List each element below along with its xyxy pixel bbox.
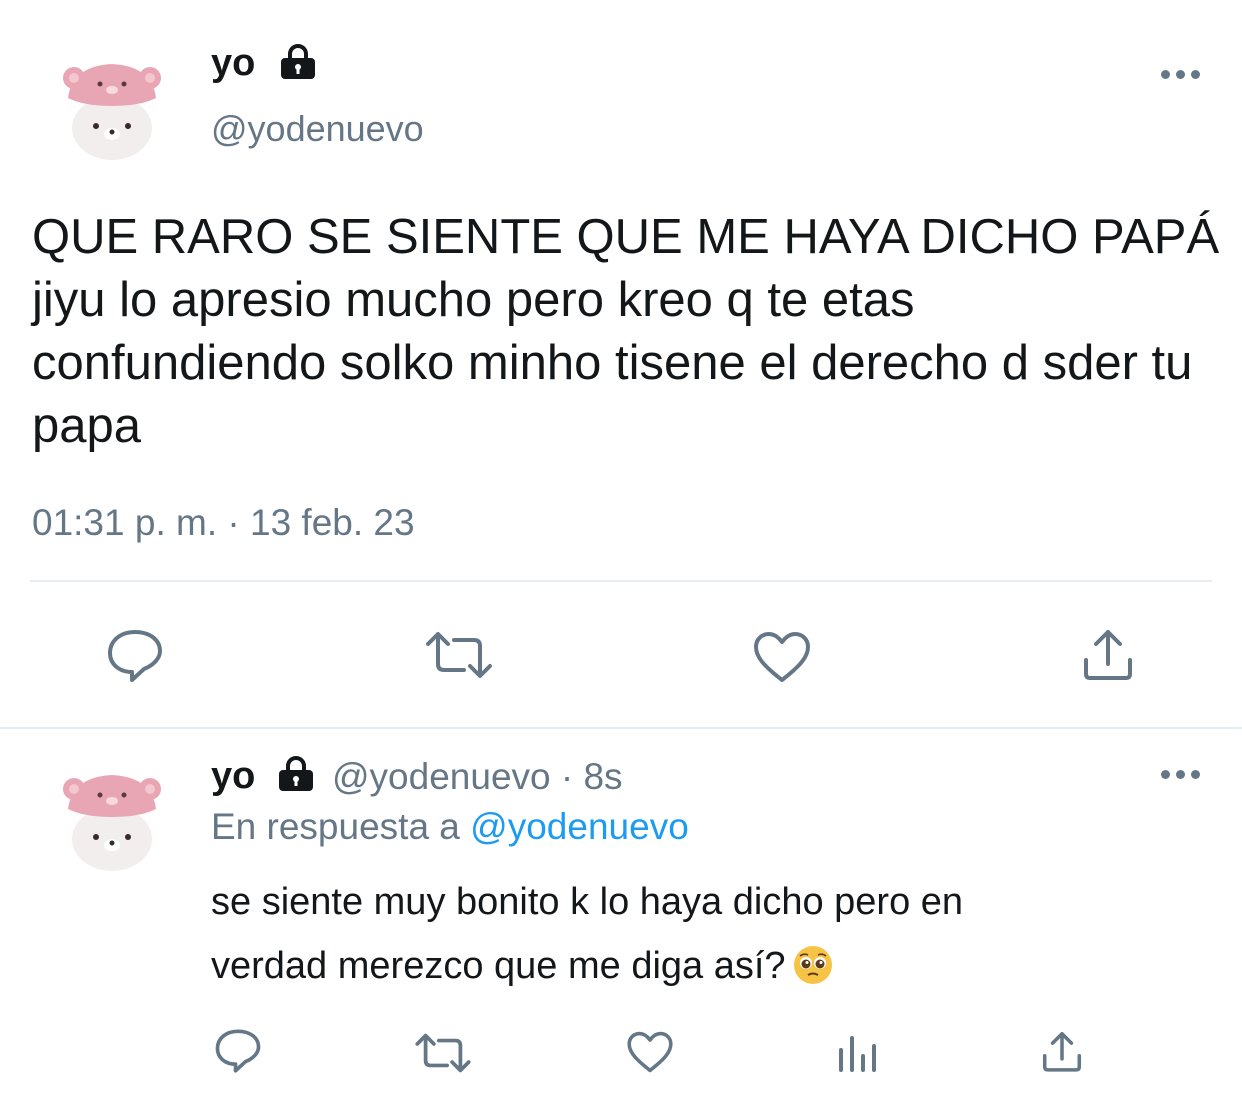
divider [0,727,1242,729]
reply-icon[interactable] [214,1028,262,1074]
in-reply-to: En respuesta a @yodenuevo [211,806,689,848]
share-icon[interactable] [1040,1028,1084,1074]
handle-time[interactable]: @yodenuevo · 8s [332,756,623,798]
more-icon[interactable] [1161,70,1200,79]
like-icon[interactable] [626,1030,674,1074]
display-name[interactable]: yo [211,42,255,85]
lock-icon [278,44,318,85]
in-reply-handle-link[interactable]: @yodenuevo [470,806,689,847]
handle[interactable]: @yodenuevo [211,108,424,150]
retweet-icon[interactable] [424,630,494,680]
timestamp[interactable]: 01:31 p. m. · 13 feb. 23 [32,502,415,544]
reply-text-line: se siente muy bonito k lo haya dicho per… [211,881,964,923]
avatar[interactable] [50,44,174,168]
display-name[interactable]: yo [211,755,255,798]
reply-text: se siente muy bonito k lo haya dicho per… [211,870,1211,998]
share-icon[interactable] [1080,626,1136,682]
retweet-icon[interactable] [414,1032,472,1074]
in-reply-prefix: En respuesta a [211,806,460,847]
reply-icon[interactable] [106,628,164,684]
reply-text-line: verdad merezco que me diga así? [211,934,1211,998]
avatar[interactable] [50,755,174,879]
divider [30,580,1212,582]
pleading-face-icon [793,946,832,984]
tweet-text: QUE RARO SE SIENTE QUE ME HAYA DICHO PAP… [32,210,1220,453]
analytics-icon[interactable] [836,1032,878,1074]
more-icon[interactable] [1161,770,1200,779]
like-icon[interactable] [752,630,812,684]
lock-icon [276,756,316,797]
